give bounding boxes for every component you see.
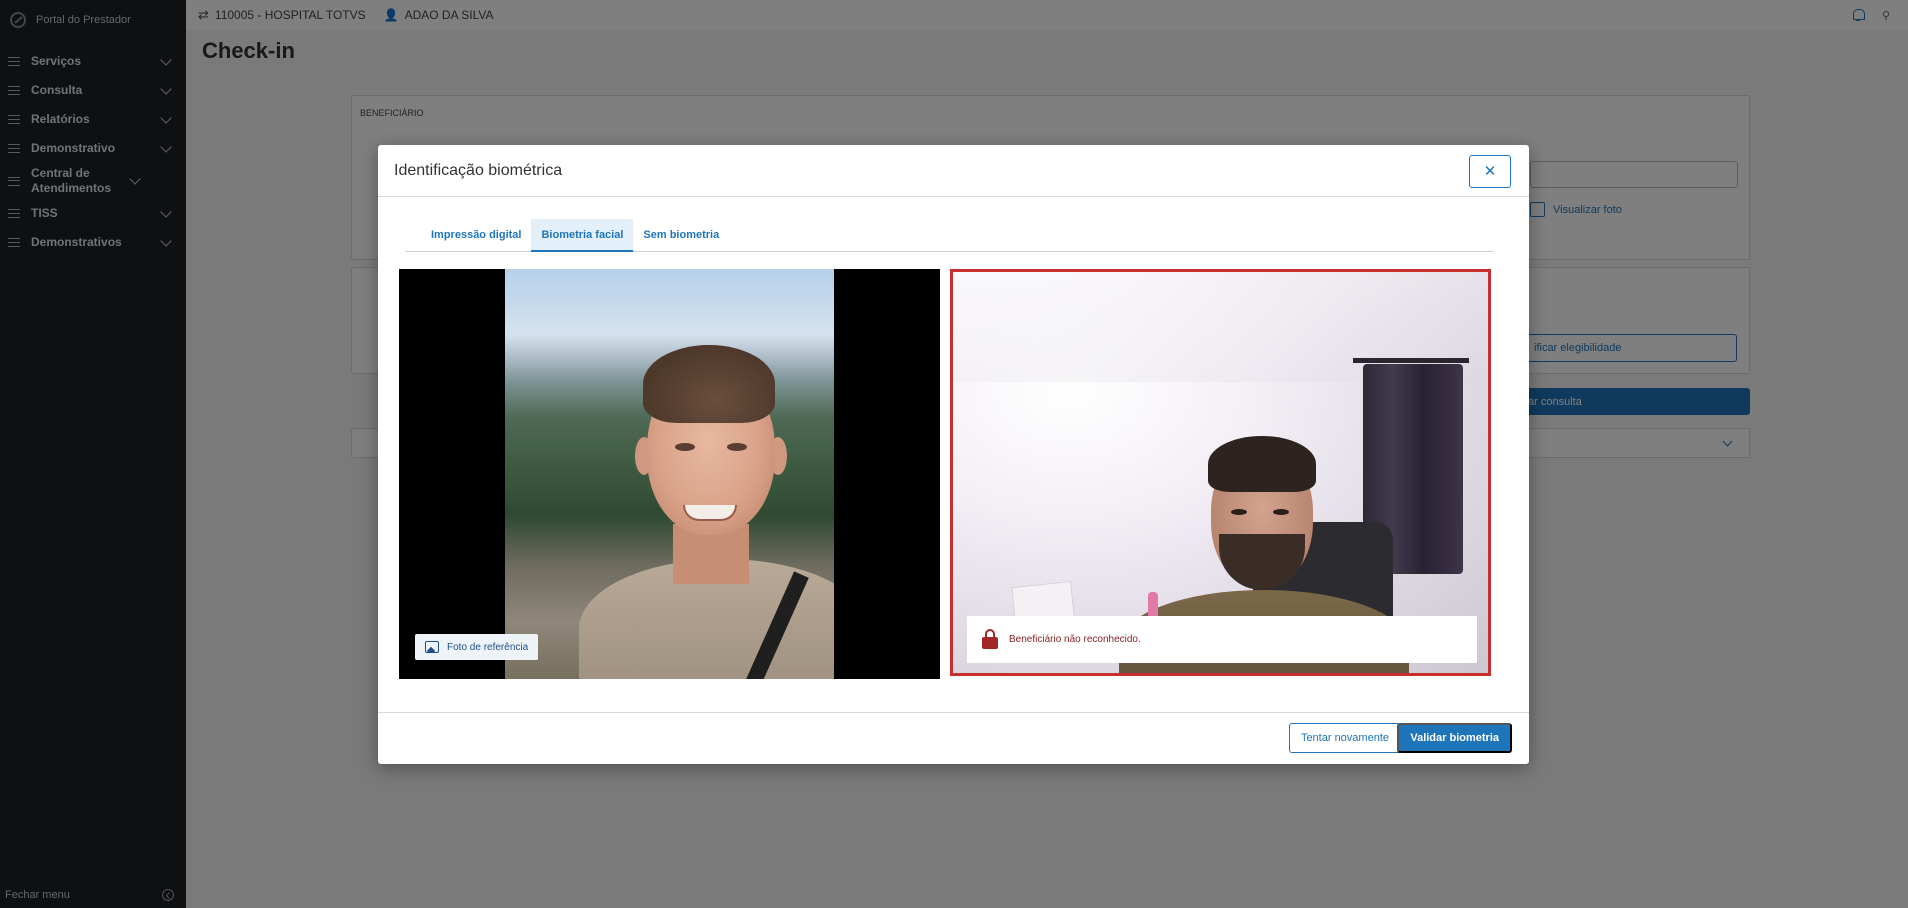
reference-photo [505, 269, 834, 679]
close-button[interactable]: ✕ [1469, 155, 1511, 188]
modal-title: Identificação biométrica [394, 161, 563, 179]
biometric-modal: Identificação biométrica ✕ Impressão dig… [378, 145, 1529, 764]
close-icon: ✕ [1483, 163, 1497, 180]
reference-photo-badge: Foto de referência [415, 634, 539, 660]
validate-biometry-button[interactable]: Validar biometria [1397, 723, 1512, 753]
tab-impressao-digital[interactable]: Impressão digital [421, 219, 531, 251]
recognition-message: Beneficiário não reconhecido. [1009, 634, 1141, 645]
lock-icon [982, 628, 998, 649]
tab-biometria-facial[interactable]: Biometria facial [531, 219, 634, 252]
recognition-alert: Beneficiário não reconhecido. [967, 616, 1477, 663]
biometry-tabs: Impressão digital Biometria facial Sem b… [405, 219, 1494, 252]
reference-photo-panel: Foto de referência [399, 269, 940, 679]
retry-button[interactable]: Tentar novamente [1288, 723, 1401, 753]
modal-footer: Tentar novamente Validar biometria [378, 712, 1529, 764]
modal-header: Identificação biométrica ✕ [378, 145, 1529, 197]
tab-sem-biometria[interactable]: Sem biometria [633, 219, 729, 251]
image-icon [425, 641, 439, 653]
camera-capture-panel: Beneficiário não reconhecido. [950, 269, 1491, 676]
reference-photo-label: Foto de referência [447, 641, 529, 653]
